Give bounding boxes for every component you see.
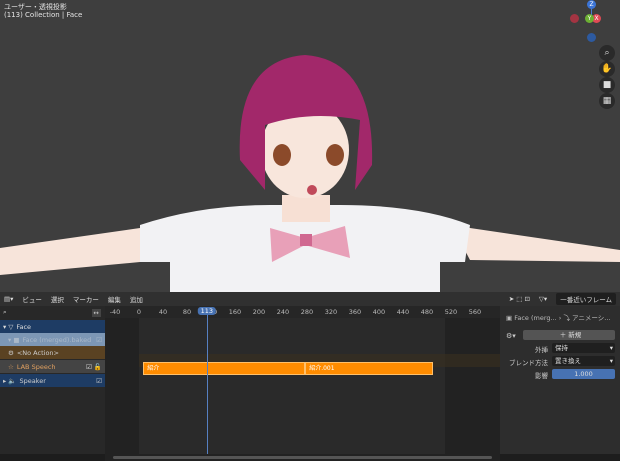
channel-track[interactable]: ☆ LAB Speech ☑ 🔓: [0, 360, 105, 373]
neg-x-axis-icon[interactable]: [570, 14, 579, 23]
ruler-tick: 160: [228, 308, 242, 316]
channel-list: ⌕ ↔ ▾ ▽ Face ▾ ■ Face (merged).baked ☑ ⚙ <…: [0, 306, 105, 454]
ruler-tick: 80: [182, 308, 192, 316]
influence-label: 影響: [535, 372, 548, 380]
ruler-tick: 240: [276, 308, 290, 316]
ruler-tick: -40: [109, 308, 121, 316]
scene-start-region: [105, 318, 139, 454]
channel-speaker[interactable]: ▸ 🔈 Speaker ☑: [0, 374, 105, 387]
nla-editor-icon[interactable]: ▤▾: [4, 295, 13, 303]
menu-add[interactable]: 追加: [130, 294, 143, 304]
ruler-tick: 360: [348, 308, 362, 316]
navigation-gizmo[interactable]: Z X Y: [570, 0, 620, 42]
influence-slider[interactable]: 1.000: [552, 369, 615, 379]
z-axis-icon[interactable]: Z: [587, 0, 596, 9]
current-frame-label[interactable]: 113: [197, 307, 217, 315]
ruler-tick: 520: [444, 308, 458, 316]
nla-strip[interactable]: 紹介.001: [305, 362, 433, 375]
search-icon[interactable]: ⌕: [3, 308, 7, 317]
menu-edit[interactable]: 編集: [108, 294, 121, 304]
menu-select[interactable]: 選択: [51, 294, 64, 304]
ruler-tick: 320: [324, 308, 338, 316]
breadcrumb: ▣ Face (merg... › ⤵ アニメーシ...: [506, 314, 611, 322]
ruler-tick: 440: [396, 308, 410, 316]
blend-dropdown[interactable]: 置き換え ▾: [552, 356, 615, 366]
frame-ruler[interactable]: -400408012016020024028032036040044048052…: [105, 306, 500, 318]
action-icon[interactable]: ⚙▾: [506, 332, 516, 340]
ruler-tick: 280: [300, 308, 314, 316]
3d-viewport[interactable]: ユーザー・透視投影 (113) Collection | Face Z X Y …: [0, 0, 620, 292]
neg-z-axis-icon[interactable]: [587, 33, 596, 42]
y-axis-icon[interactable]: Y: [585, 14, 594, 23]
hand-pan-icon[interactable]: ✋: [599, 61, 615, 77]
ruler-tick: 400: [372, 308, 386, 316]
horizontal-scrollbar[interactable]: [105, 454, 500, 461]
select-tool-icon[interactable]: ➤ ⬚ ⊡: [509, 295, 530, 303]
scene-end-region: [445, 318, 500, 454]
channel-action[interactable]: ⚙ <No Action>: [0, 346, 105, 359]
character-model: [0, 55, 620, 292]
ruler-tick: 560: [468, 308, 482, 316]
ruler-tick: 480: [420, 308, 434, 316]
camera-icon[interactable]: ■: [599, 77, 615, 93]
filter-icon[interactable]: ▽▾: [539, 295, 547, 303]
channel-face[interactable]: ▾ ▽ Face: [0, 320, 105, 333]
menu-marker[interactable]: マーカー: [73, 294, 99, 304]
menu-view[interactable]: ビュー: [22, 294, 42, 304]
sidebar: ▣ Face (merg... › ⤵ アニメーシ... ⚙▾ ＋ 新規 外挿 …: [500, 306, 620, 454]
snap-dropdown[interactable]: 一番近いフレーム: [556, 293, 616, 305]
playhead[interactable]: [206, 309, 208, 454]
grid-icon[interactable]: ▦: [599, 93, 615, 109]
ruler-tick: 200: [252, 308, 266, 316]
checkbox[interactable]: ☑: [96, 336, 102, 344]
nla-header: ▤▾ ビュー 選択 マーカー 編集 追加 ➤ ⬚ ⊡ ▽▾ 一番近いフレーム: [0, 292, 620, 306]
checkbox[interactable]: ☑: [96, 377, 102, 385]
extrapolation-label: 外挿: [535, 346, 548, 354]
ruler-tick: 40: [158, 308, 168, 316]
ruler-tick: 0: [136, 308, 142, 316]
new-action-button[interactable]: ＋ 新規: [523, 330, 615, 340]
nla-strip[interactable]: 紹介: [143, 362, 306, 375]
channel-face-data[interactable]: ▾ ■ Face (merged).baked ☑: [0, 333, 105, 346]
context-info: (113) Collection | Face: [4, 11, 83, 19]
mute-lock-icon[interactable]: ☑ 🔓: [86, 363, 102, 371]
blend-label: ブレンド方法: [509, 359, 548, 367]
nla-tracks[interactable]: 紹介 紹介.001: [105, 318, 500, 454]
zoom-icon[interactable]: ⌕: [599, 45, 615, 61]
sync-icon[interactable]: ↔: [91, 308, 101, 317]
extrapolation-dropdown[interactable]: 保持 ▾: [552, 343, 615, 353]
